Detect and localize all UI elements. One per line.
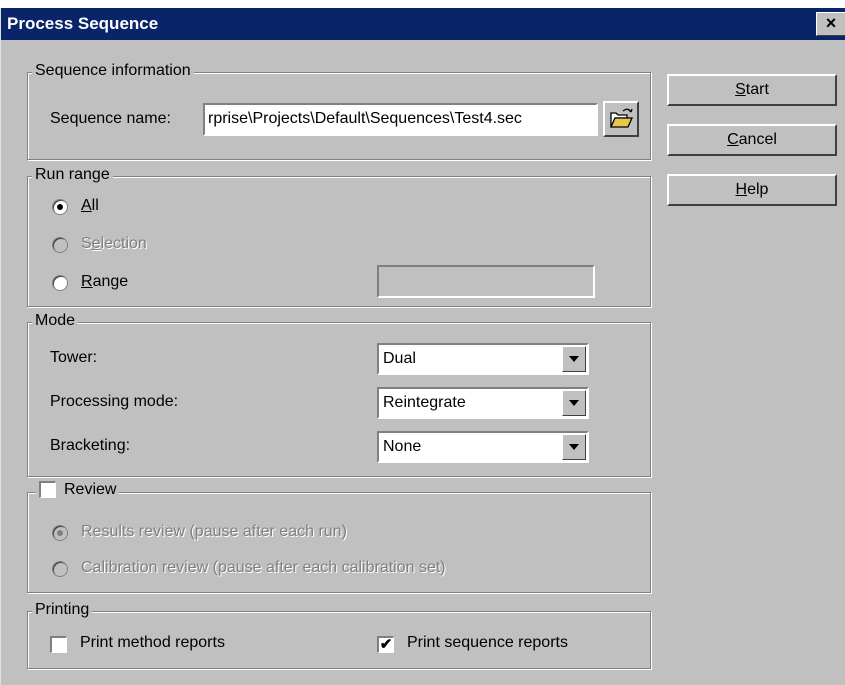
process-sequence-dialog: Process Sequence × Start Cancel Help Seq… <box>0 8 845 685</box>
sequence-information-group: Sequence information Sequence name: rpri… <box>27 62 651 160</box>
selection-accel: e <box>91 235 101 252</box>
help-button[interactable]: Help <box>667 174 837 206</box>
help-accel: H <box>735 181 748 198</box>
run-range-all-label: All <box>81 197 99 215</box>
print-sequence-reports-label: Print sequence reports <box>407 634 568 651</box>
bracketing-select[interactable]: None <box>377 431 589 463</box>
cancel-accel: C <box>727 131 739 148</box>
start-label-rest: tart <box>745 81 769 98</box>
calibration-review-radio[interactable] <box>52 561 68 577</box>
processing-mode-label: Processing mode: <box>50 393 179 410</box>
results-review-label: Results review (pause after each run) <box>81 523 347 540</box>
cancel-label-rest: ancel <box>738 131 777 148</box>
cancel-button[interactable]: Cancel <box>667 124 837 156</box>
chevron-down-icon[interactable] <box>562 346 586 372</box>
check-mark-icon: ✔ <box>379 636 393 653</box>
print-method-reports-checkbox[interactable] <box>50 636 67 653</box>
mode-legend: Mode <box>32 312 79 330</box>
run-range-selection-radio[interactable] <box>52 237 68 253</box>
run-range-range-radio[interactable] <box>52 275 68 291</box>
chevron-down-icon[interactable] <box>562 434 586 460</box>
print-method-reports-label: Print method reports <box>80 634 225 651</box>
start-accel: S <box>735 81 746 98</box>
review-group: Review Results review (pause after each … <box>27 481 651 593</box>
range-input[interactable] <box>377 265 595 298</box>
sequence-name-label: Sequence name: <box>50 110 171 127</box>
range-accel: R <box>81 273 93 290</box>
sequence-information-legend: Sequence information <box>32 62 194 80</box>
print-sequence-reports-checkbox[interactable]: ✔ <box>377 636 394 653</box>
open-folder-icon <box>609 108 634 128</box>
bracketing-label: Bracketing: <box>50 437 131 454</box>
processing-mode-select[interactable]: Reintegrate <box>377 387 589 419</box>
range-rest: ange <box>92 273 129 290</box>
mode-group: Mode Tower: Dual Processing mode: Reinte… <box>27 312 651 477</box>
run-range-group: Run range All Selection Range <box>27 166 651 307</box>
all-accel: A <box>81 197 92 214</box>
window-title: Process Sequence <box>7 14 159 33</box>
chevron-down-icon[interactable] <box>562 390 586 416</box>
tower-select[interactable]: Dual <box>377 343 589 375</box>
run-range-legend: Run range <box>32 166 113 184</box>
all-rest: ll <box>91 197 99 214</box>
start-button[interactable]: Start <box>667 74 837 106</box>
review-label: Review <box>64 481 117 498</box>
selection-rest: lection <box>100 235 147 252</box>
run-range-selection-label: Selection <box>81 235 147 253</box>
results-review-radio[interactable] <box>52 525 68 541</box>
printing-legend: Printing <box>32 601 93 619</box>
processing-mode-value: Reintegrate <box>383 394 466 411</box>
run-range-range-label: Range <box>81 273 128 291</box>
close-button[interactable]: × <box>816 12 845 36</box>
selection-pre: S <box>81 235 92 252</box>
bracketing-value: None <box>383 438 422 455</box>
tower-value: Dual <box>383 350 416 367</box>
review-legend: Review <box>36 481 120 499</box>
title-bar: Process Sequence × <box>1 8 845 40</box>
help-label-rest: elp <box>747 181 769 198</box>
tower-label: Tower: <box>50 349 98 366</box>
close-icon: × <box>825 13 837 33</box>
printing-group: Printing Print method reports ✔ Print se… <box>27 601 651 669</box>
run-range-all-radio[interactable] <box>52 199 68 215</box>
sequence-name-input[interactable]: rprise\Projects\Default\Sequences\Test4.… <box>203 103 598 136</box>
browse-button[interactable] <box>603 101 639 137</box>
review-checkbox[interactable] <box>39 481 56 499</box>
calibration-review-label: Calibration review (pause after each cal… <box>81 559 446 576</box>
